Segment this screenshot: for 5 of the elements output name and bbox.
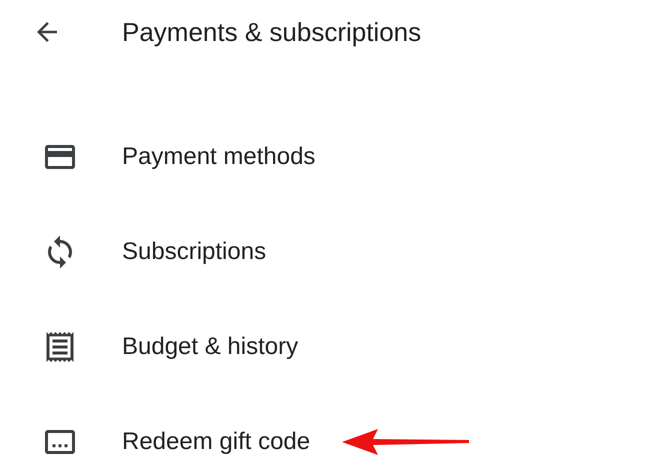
- menu-item[interactable]: Budget & history: [122, 333, 298, 361]
- page-title: Payments & subscriptions: [122, 16, 422, 48]
- menu-item[interactable]: Subscriptions: [122, 238, 266, 266]
- menu-item[interactable]: Redeem gift code: [122, 428, 310, 456]
- menu-item[interactable]: Payment methods: [122, 143, 316, 171]
